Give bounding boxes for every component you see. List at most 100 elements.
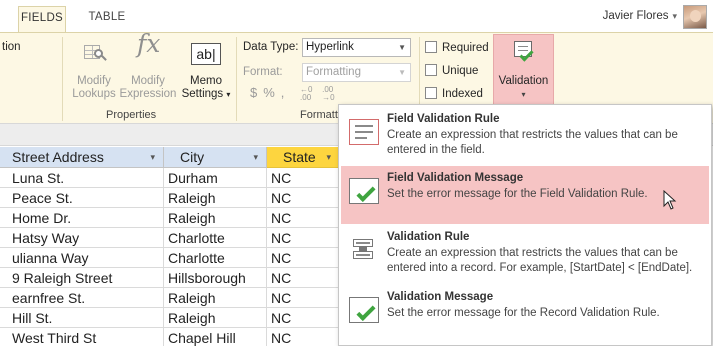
cell-state[interactable]: NC [267,288,340,308]
cell-state[interactable]: NC [267,308,340,328]
indexed-checkbox[interactable]: Indexed [425,87,483,101]
menu-item-validation-message[interactable]: Validation Message Set the error message… [341,285,709,343]
cell-city[interactable]: Charlotte [164,248,267,268]
indexed-label: Indexed [442,88,483,100]
cell-street-address[interactable]: Home Dr. [0,208,164,228]
menu-item-description: Create an expression that restricts the … [387,247,693,274]
unique-checkbox[interactable]: Unique [425,64,478,78]
cell-street-address[interactable]: West Third St [0,328,164,346]
column-header-label: City [180,149,205,165]
menu-item-title: Field Validation Rule [387,113,500,125]
menu-item-description: Create an expression that restricts the … [387,129,678,156]
format-value: Formatting [306,66,361,78]
format-label: Format: [243,66,283,78]
cell-street-address[interactable]: Hatsy Way [0,228,164,248]
ribbon-divider [62,37,63,121]
tab-fields[interactable]: FIELDS [18,6,66,32]
cell-city[interactable]: Hillsborough [164,268,267,288]
sort-filter-icon[interactable]: ▾ [150,147,155,168]
memo-settings-button[interactable]: ab| Memo Settings ▾ [178,37,234,105]
cell-state[interactable]: NC [267,188,340,208]
decrease-decimals-icon[interactable]: .00 →0 [322,85,334,102]
memo-settings-line1: Memo [190,75,222,87]
modify-lookups-button[interactable]: Modify Lookups [68,37,120,105]
menu-item-field-validation-rule[interactable]: Field Validation Rule Create an expressi… [341,107,709,165]
cell-street-address[interactable]: Peace St. [0,188,164,208]
column-header-label: Street Address [12,149,104,165]
menu-item-title: Field Validation Message [387,172,524,184]
field-validation-message-icon [347,176,381,208]
chevron-down-icon: ▾ [672,11,677,21]
chevron-down-icon: ▼ [398,68,406,77]
cell-street-address[interactable]: Hill St. [0,308,164,328]
sort-filter-icon[interactable]: ▾ [253,147,258,168]
column-header-street-address[interactable]: Street Address ▾ [0,147,164,168]
lookup-icon [81,39,107,63]
validation-message-icon [347,295,381,327]
checkbox-icon [425,87,437,99]
cell-city[interactable]: Charlotte [164,228,267,248]
menu-item-description: Set the error message for the Field Vali… [387,188,648,200]
column-header-state[interactable]: State ▾ [267,147,340,168]
validation-label: Validation [498,75,549,87]
chevron-down-icon: ▼ [398,43,406,52]
group-label-properties: Properties [106,109,157,121]
menu-item-validation-rule[interactable]: Validation Rule Create an expression tha… [341,225,709,285]
currency-format-button[interactable]: $ [250,85,263,100]
cell-state[interactable]: NC [267,328,340,346]
sort-filter-icon[interactable]: ▾ [326,147,331,168]
truncated-ribbon-label: tion [2,41,21,53]
cell-city[interactable]: Durham [164,168,267,188]
datasheet: Street Address ▾ City ▾ State ▾ Luna St. Dur… [0,147,340,346]
user-account-menu[interactable]: Javier Flores ▾ [603,10,677,22]
modify-lookups-line1: Modify [77,75,111,87]
cell-street-address[interactable]: Luna St. [0,168,164,188]
validation-icon [514,41,534,63]
validation-button[interactable]: Validation ▾ [493,34,554,108]
cell-street-address[interactable]: ulianna Way [0,248,164,268]
cell-state[interactable]: NC [267,168,340,188]
chevron-down-icon: ▾ [521,90,526,99]
cell-city[interactable]: Raleigh [164,208,267,228]
cell-state[interactable]: NC [267,248,340,268]
user-name: Javier Flores [602,10,669,22]
cell-city[interactable]: Raleigh [164,188,267,208]
cell-city[interactable]: Raleigh [164,308,267,328]
data-type-value: Hyperlink [306,41,354,53]
modify-expression-line1: Modify [131,75,165,87]
data-type-label: Data Type: [243,41,299,53]
column-header-label: State [283,149,316,165]
checkbox-icon [425,41,437,53]
data-type-select[interactable]: Hyperlink ▼ [302,38,411,57]
menu-item-field-validation-message[interactable]: Field Validation Message Set the error m… [341,166,709,224]
column-header-city[interactable]: City ▾ [164,147,267,168]
validation-rule-icon [347,237,381,269]
avatar[interactable] [683,5,707,29]
cell-city[interactable]: Raleigh [164,288,267,308]
comma-format-button[interactable]: , [281,85,291,100]
number-format-buttons: $%, ←0.00 .00 →0 [250,85,335,102]
fx-icon: fx [137,29,161,58]
percent-format-button[interactable]: % [263,85,281,100]
cell-city[interactable]: Chapel Hill [164,328,267,346]
required-checkbox[interactable]: Required [425,41,489,55]
mouse-pointer-icon [663,190,677,210]
memo-settings-line2: Settings ▾ [181,88,231,100]
modify-lookups-line2: Lookups [72,88,116,100]
cell-state[interactable]: NC [267,268,340,288]
increase-decimals-icon[interactable]: ←0.00 [300,85,312,102]
group-label-formatting: Formatt [300,109,338,121]
menu-item-title: Validation Message [387,291,494,303]
cell-street-address[interactable]: earnfree St. [0,288,164,308]
cell-state[interactable]: NC [267,208,340,228]
ribbon-divider [236,37,237,121]
cell-street-address[interactable]: 9 Raleigh Street [0,268,164,288]
modify-expression-button[interactable]: fx Modify Expression [119,29,177,105]
menu-item-title: Validation Rule [387,231,470,243]
unique-label: Unique [442,65,479,77]
tab-table[interactable]: TABLE [84,6,130,32]
cell-state[interactable]: NC [267,228,340,248]
format-select[interactable]: Formatting ▼ [302,63,411,82]
chevron-down-icon: ▾ [226,90,231,99]
modify-expression-line2: Expression [119,88,177,100]
